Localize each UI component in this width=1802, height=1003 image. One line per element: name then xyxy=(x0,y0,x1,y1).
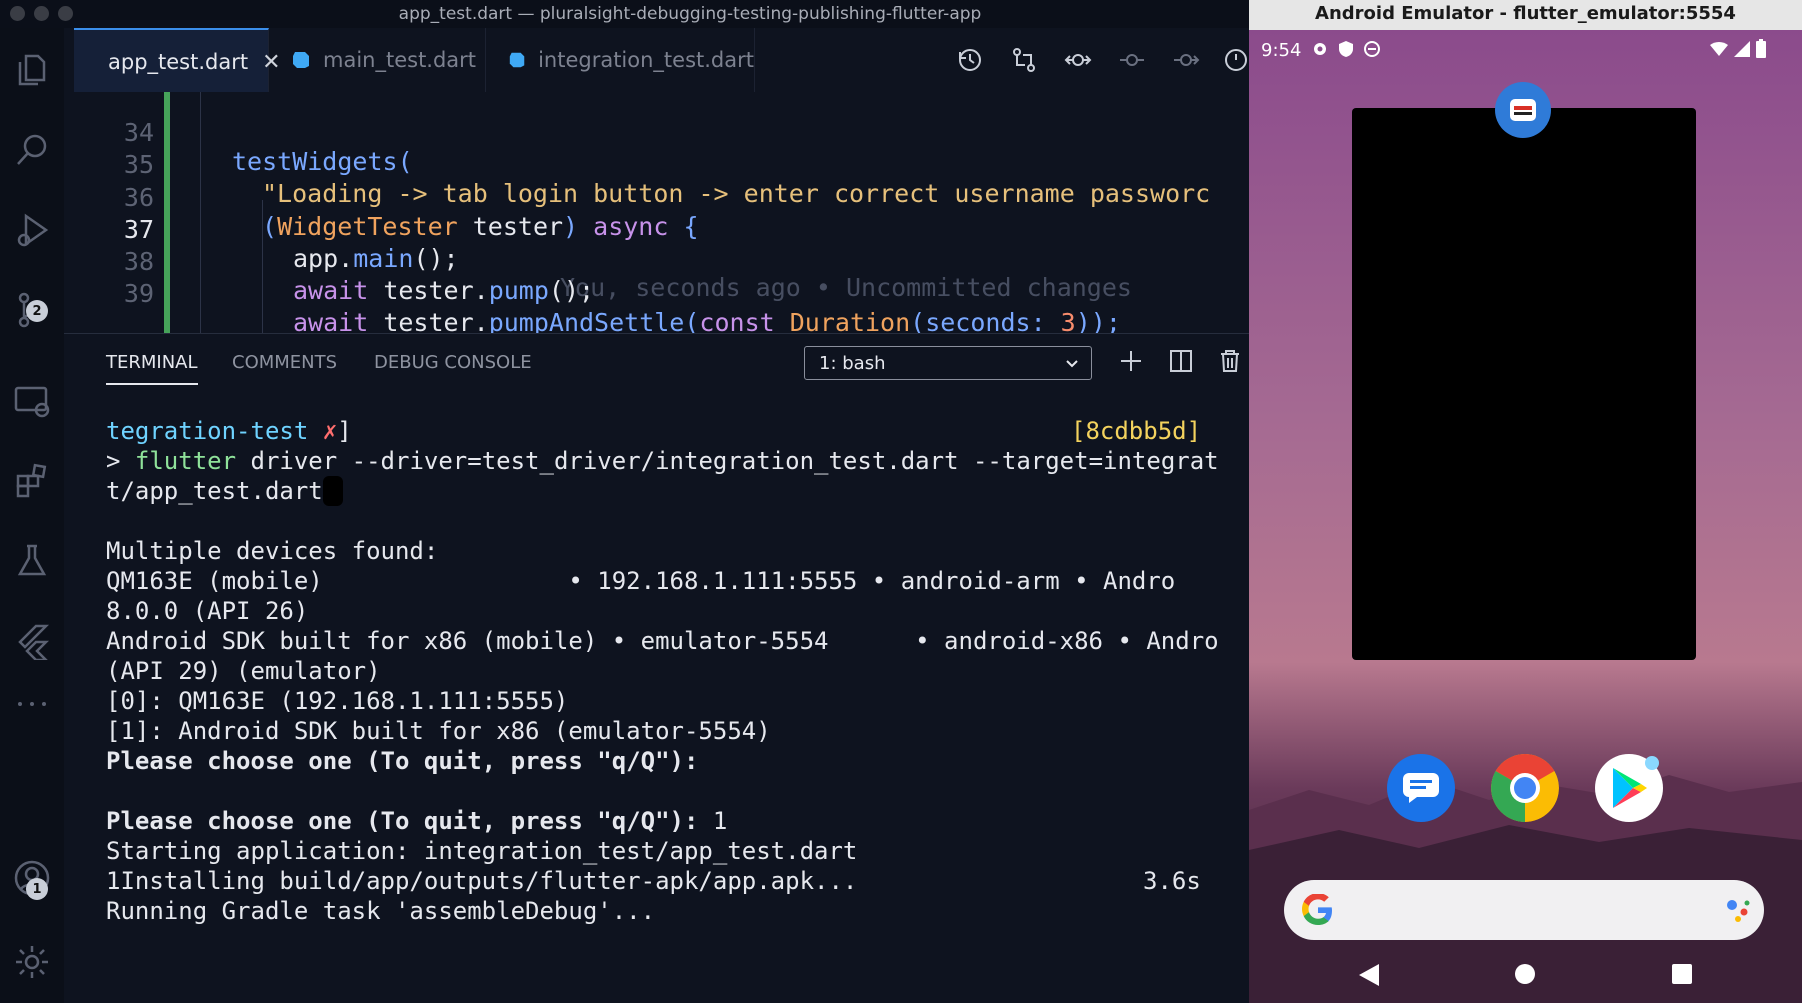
window-title: app_test.dart — pluralsight-debugging-te… xyxy=(398,4,982,24)
google-search-bar[interactable] xyxy=(1284,880,1764,940)
extensions-icon[interactable] xyxy=(8,456,56,504)
dart-file-icon xyxy=(509,52,525,68)
assistant-icon[interactable] xyxy=(1724,896,1752,924)
android-nav-bar xyxy=(1249,950,1802,1003)
terminal-timing: 3.6s xyxy=(1143,867,1201,895)
terminal-cursor xyxy=(322,476,343,506)
battery-icon xyxy=(1756,39,1766,58)
history-icon[interactable] xyxy=(956,46,984,74)
terminal-command-wrap: t/app_test.dart xyxy=(106,476,343,506)
flutter-icon[interactable] xyxy=(8,616,56,664)
more-icon[interactable] xyxy=(8,680,56,728)
status-time: 9:54 xyxy=(1261,40,1302,61)
wifi-icon xyxy=(1710,42,1728,56)
tab-app-test[interactable]: app_test.dart ✕ xyxy=(74,28,281,94)
android-emulator-window: Android Emulator - flutter_emulator:5554… xyxy=(1249,0,1802,1003)
terminal-line: [1]: Android SDK built for x86 (emulator… xyxy=(106,717,771,745)
emulator-title: Android Emulator - flutter_emulator:5554 xyxy=(1249,0,1802,30)
message-bubble-icon xyxy=(1403,773,1439,803)
back-icon[interactable] xyxy=(1357,962,1381,988)
overview-icon[interactable] xyxy=(1671,963,1693,985)
remote-explorer-icon[interactable] xyxy=(8,376,56,424)
terminal-line: Please choose one (To quit, press "q/Q")… xyxy=(106,807,728,835)
terminal-line: 8.0.0 (API 26) xyxy=(106,597,309,625)
data-saver-icon xyxy=(1364,41,1380,57)
app-icon[interactable] xyxy=(1495,82,1551,138)
home-icon[interactable] xyxy=(1513,962,1537,986)
terminal-line: Starting application: integration_test/a… xyxy=(106,837,858,865)
chevron-down-icon xyxy=(1066,360,1078,368)
code-line: 35 "Loading -> tab login button -> enter… xyxy=(64,121,1249,208)
flutter-app-icon xyxy=(1510,99,1536,121)
new-terminal-plus-icon[interactable] xyxy=(1118,348,1144,374)
dart-file-icon xyxy=(293,52,309,68)
code-editor[interactable]: 34 testWidgets( 35 "Loading -> tab login… xyxy=(64,92,1249,333)
compare-changes-icon[interactable] xyxy=(1010,46,1038,74)
notification-dot xyxy=(1645,756,1659,770)
tab-label: main_test.dart xyxy=(323,48,477,72)
tab-debug-console[interactable]: DEBUG CONSOLE xyxy=(374,352,532,373)
messages-app-icon[interactable] xyxy=(1387,754,1455,822)
testing-icon[interactable] xyxy=(8,536,56,584)
emulator-screen[interactable]: 9:54 xyxy=(1249,30,1802,1003)
settings-gear-icon[interactable] xyxy=(8,938,56,986)
source-control-badge: 2 xyxy=(26,300,48,322)
accounts-badge: 1 xyxy=(26,878,48,900)
explorer-icon[interactable] xyxy=(8,46,56,94)
terminal-line: QM163E (mobile) • 192.168.1.111:5555 • a… xyxy=(106,567,1176,595)
android-status-bar: 9:54 xyxy=(1249,30,1802,70)
code-line: 39 await tester.pumpAndSettle(const Dura… xyxy=(64,250,1249,333)
chrome-app-icon[interactable] xyxy=(1491,754,1559,822)
split-terminal-icon[interactable] xyxy=(1168,348,1194,374)
recent-app-preview[interactable] xyxy=(1352,108,1696,660)
terminal-shell-select[interactable]: 1: bash xyxy=(804,346,1092,380)
run-debug-icon[interactable] xyxy=(8,206,56,254)
tab-integration-test[interactable]: integration_test.dart xyxy=(486,28,755,92)
terminal-line: Android SDK built for x86 (mobile) • emu… xyxy=(106,627,1219,655)
commit-hash: [8cdbb5d] xyxy=(1071,417,1202,445)
tab-label: integration_test.dart xyxy=(538,48,754,72)
terminal-line: [0]: QM163E (192.168.1.111:5555) xyxy=(106,687,569,715)
settings-gear-icon xyxy=(1314,43,1326,55)
tab-main-test[interactable]: main_test.dart xyxy=(269,28,486,92)
terminal-line: Please choose one (To quit, press "q/Q")… xyxy=(106,747,699,775)
tab-label: app_test.dart xyxy=(108,50,249,74)
tab-comments[interactable]: COMMENTS xyxy=(232,352,337,373)
terminal-line: Multiple devices found: xyxy=(106,537,439,565)
play-triangle-icon xyxy=(1613,768,1647,808)
search-icon[interactable] xyxy=(8,126,56,174)
terminal-line: Running Gradle task 'assembleDebug'... xyxy=(106,897,656,925)
timeline-icon[interactable] xyxy=(1222,46,1249,74)
next-change-icon[interactable] xyxy=(1172,46,1200,74)
kill-terminal-trash-icon[interactable] xyxy=(1217,348,1243,374)
terminal-line: 1Installing build/app/outputs/flutter-ap… xyxy=(106,867,858,895)
cell-signal-icon xyxy=(1734,41,1750,57)
shell-select-value: 1: bash xyxy=(819,353,886,374)
activity-bar: 2 1 xyxy=(0,28,64,1003)
tab-terminal[interactable]: TERMINAL xyxy=(106,352,198,385)
vscode-window: app_test.dart — pluralsight-debugging-te… xyxy=(0,0,1249,1003)
terminal-command-line: > flutter driver --driver=test_driver/in… xyxy=(106,447,1219,475)
previous-change-icon[interactable] xyxy=(1118,46,1146,74)
google-logo-icon xyxy=(1302,894,1332,925)
terminal-prompt-line: tegration-test ✗] xyxy=(106,417,352,445)
git-commit-icon[interactable] xyxy=(1064,46,1092,74)
shield-icon xyxy=(1339,41,1353,57)
terminal-line: (API 29) (emulator) xyxy=(106,657,381,685)
line-number: 39 xyxy=(123,279,154,308)
title-bar: app_test.dart — pluralsight-debugging-te… xyxy=(0,0,1249,28)
bottom-panel: TERMINAL COMMENTS DEBUG CONSOLE 1: bash … xyxy=(64,333,1249,1003)
